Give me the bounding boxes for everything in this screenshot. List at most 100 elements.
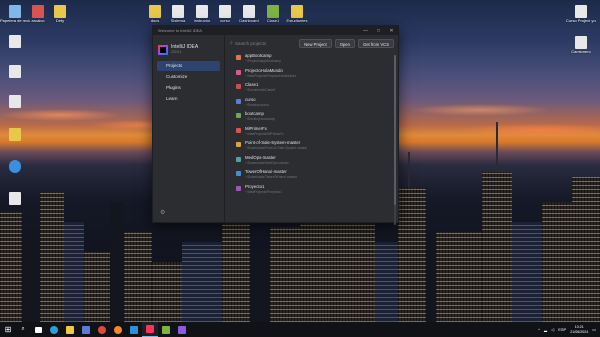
file-icon xyxy=(196,5,208,18)
nav-plugins[interactable]: Plugins xyxy=(157,83,220,93)
desktop-icon[interactable] xyxy=(0,160,30,173)
project-item[interactable]: MiPrimerFx ~\IdeaProjects\MiPrimerFx xyxy=(225,126,392,141)
project-icon xyxy=(236,171,241,176)
file-icon xyxy=(9,95,21,108)
projects-panel: ⌕ Search projects New Project Open Get f… xyxy=(225,35,398,225)
desktop-icon[interactable]: Curso Project youtube xyxy=(566,5,596,23)
projects-scrollbar[interactable] xyxy=(394,55,396,225)
taskbar-app-10[interactable] xyxy=(174,322,190,337)
product-brand: IntelliJ IDEA 2024.1 xyxy=(153,35,224,57)
taskbar-app-firefox[interactable] xyxy=(110,322,126,337)
new-project-button[interactable]: New Project xyxy=(299,38,332,48)
folder-icon xyxy=(54,5,66,18)
desktop-icon[interactable]: Dirty xyxy=(45,5,75,23)
notifications-icon[interactable]: ▭ xyxy=(592,327,596,332)
welcome-sidebar: IntelliJ IDEA 2024.1 Projects Customize … xyxy=(153,35,225,222)
close-button[interactable]: ✕ xyxy=(385,28,398,34)
recycle-bin-icon xyxy=(9,5,21,18)
project-path: ~\IdeaProjects\MiPrimerFx xyxy=(245,131,284,136)
taskbar-app-edge[interactable] xyxy=(46,322,62,337)
desktop-icon[interactable] xyxy=(0,192,30,205)
project-icon xyxy=(236,142,241,147)
taskbar-app-task-view[interactable] xyxy=(30,322,46,337)
project-path: ~\Projects\appBootcamp xyxy=(245,59,282,63)
app-icon xyxy=(178,325,186,334)
nav-learn[interactable]: Learn xyxy=(157,94,220,104)
chevron-up-icon[interactable]: ^ xyxy=(538,327,540,332)
edge-icon xyxy=(50,325,58,334)
project-path: ~\IdeaProjects\Proyecto1 xyxy=(245,189,282,194)
nav-projects[interactable]: Projects xyxy=(157,61,220,71)
archive-icon xyxy=(32,5,44,18)
desktop-icon[interactable] xyxy=(0,128,30,141)
project-item[interactable]: TowerOfHanoi-master ~\Downloads\TowerOfH… xyxy=(225,169,392,184)
taskbar-app-file-explorer[interactable] xyxy=(62,322,78,337)
file-icon xyxy=(9,192,21,205)
folder-icon xyxy=(66,325,74,334)
project-item[interactable]: Proyecto1 ~\IdeaProjects\Proyecto1 xyxy=(225,184,392,199)
file-icon xyxy=(9,35,21,48)
desktop-icon[interactable]: Camionero xyxy=(566,36,596,54)
project-icon xyxy=(236,185,241,191)
taskbar-app-vscode[interactable] xyxy=(126,322,142,337)
app-icon xyxy=(9,160,21,173)
project-item[interactable]: appBootcamp ~\Projects\appBootcamp xyxy=(225,53,392,68)
project-icon xyxy=(236,84,241,89)
file-icon xyxy=(267,5,279,18)
project-path: ~\Desktop\bootcamp xyxy=(245,117,276,121)
nav-customize[interactable]: Customize xyxy=(157,72,220,82)
taskbar-app-chrome[interactable] xyxy=(94,322,110,337)
taskbar-app-intellij[interactable] xyxy=(142,322,158,337)
search-icon: ⌕ xyxy=(230,40,233,46)
file-icon xyxy=(575,5,587,18)
project-item[interactable]: bootcamp ~\Desktop\bootcamp xyxy=(225,111,392,126)
search-placeholder: Search projects xyxy=(234,40,267,46)
file-icon xyxy=(172,5,184,18)
window-titlebar[interactable]: Welcome to IntelliJ IDEA — □ ✕ xyxy=(153,26,398,35)
project-path: ~\Documents\Clase1 xyxy=(245,88,276,92)
volume-icon[interactable]: ◁ xyxy=(551,327,554,332)
network-icon[interactable]: ▂ xyxy=(544,327,547,332)
windows-start-icon[interactable]: ⊞ xyxy=(0,325,16,334)
intellij-icon xyxy=(146,325,154,333)
project-icon xyxy=(236,127,241,133)
project-icon xyxy=(236,98,241,104)
intellij-welcome-window: Welcome to IntelliJ IDEA — □ ✕ IntelliJ … xyxy=(152,25,399,225)
desktop-icon[interactable] xyxy=(0,65,30,78)
maximize-button[interactable]: □ xyxy=(372,28,385,34)
intellij-logo-icon xyxy=(158,44,168,55)
language-indicator[interactable]: ESP xyxy=(558,327,566,332)
project-item[interactable]: Clase1 ~\Documents\Clase1 xyxy=(225,82,392,97)
taskbar-app-9[interactable] xyxy=(158,322,174,337)
search-icon[interactable]: ⌕ xyxy=(16,326,30,333)
taskbar-app-store[interactable] xyxy=(78,322,94,337)
file-icon xyxy=(9,65,21,78)
file-icon xyxy=(243,5,255,18)
project-item[interactable]: ProjectoHolaMundo ~\IdeaProjects\Project… xyxy=(225,68,392,83)
welcome-nav: Projects Customize Plugins Learn xyxy=(153,61,224,104)
clock[interactable]: 10:21 21/06/2024 xyxy=(570,325,588,334)
desktop-icon[interactable] xyxy=(0,95,30,108)
project-item[interactable]: Point-of-Sale-System-master ~\Downloads\… xyxy=(225,140,392,155)
get-from-vcs-button[interactable]: Get from VCS xyxy=(357,38,394,48)
project-path: ~\Downloads\TowerOfHanoi-master xyxy=(245,175,298,179)
store-icon xyxy=(82,325,90,334)
project-icon xyxy=(236,156,241,162)
settings-gear-icon[interactable]: ⚙ xyxy=(160,209,165,216)
project-item[interactable]: curso ~\Desktop\curso xyxy=(225,97,392,112)
desktop-icon[interactable] xyxy=(0,35,30,48)
project-icon xyxy=(236,55,241,60)
scrollbar-thumb[interactable] xyxy=(394,55,396,205)
projects-toolbar: ⌕ Search projects New Project Open Get f… xyxy=(225,35,398,51)
minimize-button[interactable]: — xyxy=(359,28,372,34)
vscode-icon xyxy=(130,325,138,334)
project-path: ~\Desktop\curso xyxy=(245,102,269,107)
firefox-icon xyxy=(114,325,122,334)
folder-icon xyxy=(9,128,21,141)
project-path: ~\Downloads\MedOps-master xyxy=(245,160,289,165)
project-item[interactable]: MedOps-master ~\Downloads\MedOps-master xyxy=(225,155,392,170)
desktop-icon[interactable]: Estudiantes xyxy=(282,5,312,23)
search-projects-input[interactable]: ⌕ Search projects xyxy=(230,40,296,46)
system-tray: ^ ▂ ◁ ESP 10:21 21/06/2024 ▭ xyxy=(534,325,600,334)
open-button[interactable]: Open xyxy=(334,38,355,48)
